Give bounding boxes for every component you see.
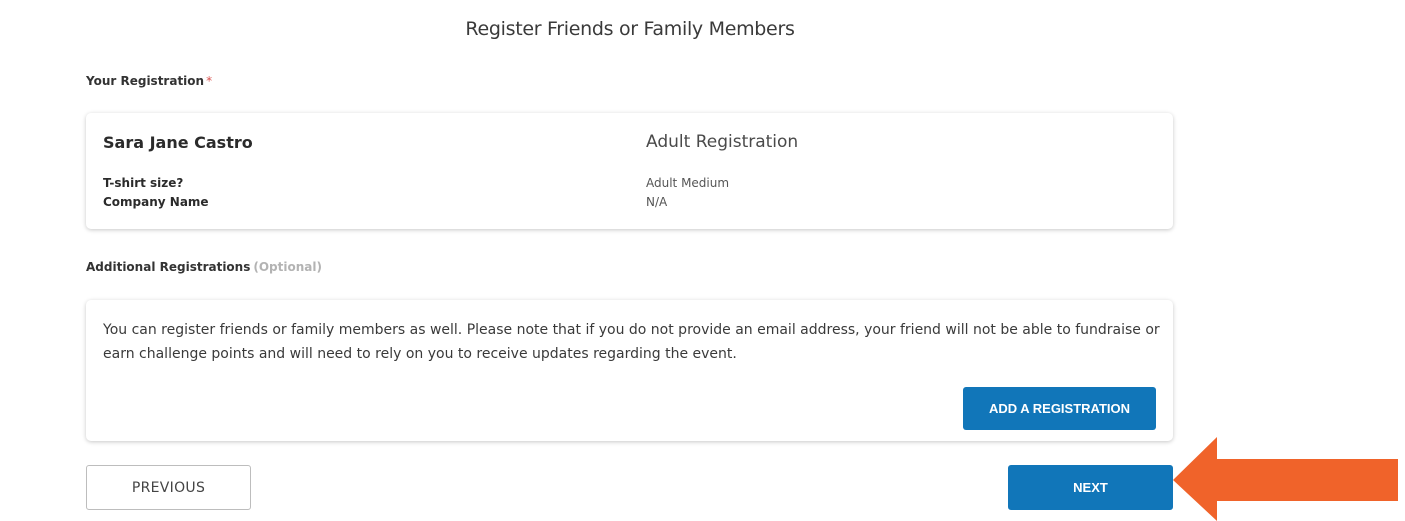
tshirt-size-label: T-shirt size?	[103, 176, 184, 190]
company-name-value: N/A	[646, 195, 668, 209]
registrant-name: Sara Jane Castro	[103, 133, 253, 152]
your-registration-label: Your Registration *	[86, 74, 212, 88]
your-registration-label-text: Your Registration	[86, 74, 205, 88]
additional-registrations-description: You can register friends or family membe…	[103, 322, 1160, 362]
additional-registrations-card: You can register friends or family membe…	[86, 300, 1173, 441]
previous-button[interactable]: PREVIOUS	[86, 465, 251, 510]
tshirt-size-value: Adult Medium	[646, 176, 730, 190]
additional-registrations-label: Additional Registrations (Optional)	[86, 260, 322, 274]
your-registration-card: Sara Jane Castro Adult Registration T-sh…	[86, 113, 1173, 229]
optional-tag: (Optional)	[253, 260, 322, 274]
registration-type: Adult Registration	[646, 132, 799, 152]
arrow-left-icon-shape	[1173, 437, 1398, 521]
add-registration-button[interactable]: ADD A REGISTRATION	[963, 387, 1156, 430]
required-mark: *	[206, 74, 213, 88]
additional-registrations-label-text: Additional Registrations	[86, 260, 251, 274]
next-button[interactable]: NEXT	[1008, 465, 1173, 510]
page-title: Register Friends or Family Members	[465, 18, 795, 40]
company-name-label: Company Name	[103, 195, 209, 209]
arrow-left-icon	[1173, 437, 1398, 521]
